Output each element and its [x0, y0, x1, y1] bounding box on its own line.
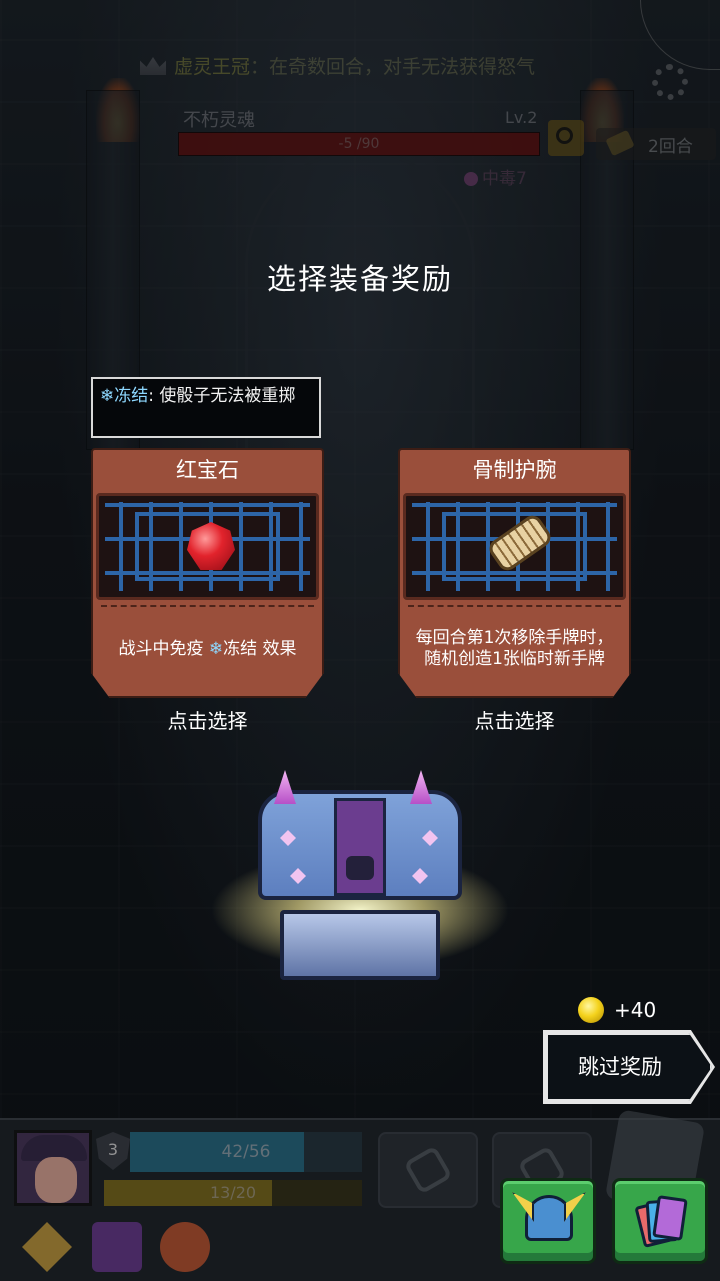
card-art-frame — [403, 493, 626, 600]
card-title: 骨制护腕 — [398, 448, 631, 490]
cards-icon — [634, 1195, 688, 1249]
lock-icon — [403, 1145, 453, 1195]
desc-keyword: 冻结 — [223, 638, 258, 659]
avatar[interactable] — [14, 1130, 92, 1206]
chest-band — [334, 798, 386, 896]
pick-bone-bracer-button[interactable]: 点击选择 — [398, 705, 631, 734]
desc-suffix: 效果 — [257, 638, 297, 659]
equipment-slot-locked[interactable] — [378, 1132, 478, 1208]
card-divider — [408, 605, 621, 607]
pick-ruby-button[interactable]: 点击选择 — [91, 705, 324, 734]
player-energy-text: 13/20 — [209, 1183, 257, 1202]
desc-prefix: 战斗中免疫 — [118, 638, 209, 659]
reward-title: 选择装备奖励 — [266, 262, 453, 296]
spike-icon — [274, 770, 296, 804]
reward-card-ruby[interactable]: 红宝石 战斗中免疫 ❄冻结 效果 — [91, 448, 324, 698]
card-description: 战斗中免疫 ❄冻结 效果 — [103, 614, 312, 684]
chest-base — [280, 910, 440, 980]
skip-reward-button[interactable]: 跳过奖励 — [546, 1033, 712, 1101]
treasure-chest — [210, 770, 510, 1000]
deck-button[interactable] — [612, 1178, 708, 1264]
face-icon — [35, 1157, 77, 1203]
chest-lock — [346, 856, 374, 880]
tooltip-keyword: 冻结 — [114, 386, 149, 406]
orb-icon[interactable] — [160, 1222, 210, 1272]
snowflake-icon: ❄ — [208, 638, 224, 659]
card-divider — [101, 605, 314, 607]
spike-icon — [410, 770, 432, 804]
player-hp-bar: 42/56 — [130, 1132, 362, 1172]
card-description: 每回合第1次移除手牌时，随机创造1张临时新手牌 — [415, 628, 614, 669]
player-energy-bar: 13/20 — [104, 1180, 362, 1206]
coin-amount: +40 — [614, 998, 657, 1022]
keyword-tooltip: ❄冻结: 使骰子无法被重掷 — [91, 377, 321, 438]
equipment-button[interactable] — [500, 1178, 596, 1264]
card-art-frame — [96, 493, 319, 600]
skull-book-icon[interactable] — [92, 1222, 142, 1272]
card-title: 红宝石 — [91, 448, 324, 490]
player-hp-text: 42/56 — [221, 1142, 271, 1162]
snowflake-icon: ❄ — [100, 386, 115, 406]
reward-card-bone-bracer[interactable]: 骨制护腕 每回合第1次移除手牌时，随机创造1张临时新手牌 — [398, 448, 631, 698]
winged-helmet-icon — [525, 1195, 573, 1241]
coin-reward: +40 — [578, 996, 656, 1024]
coin-icon — [578, 997, 604, 1023]
tooltip-text: : 使骰子无法被重掷 — [148, 386, 296, 406]
